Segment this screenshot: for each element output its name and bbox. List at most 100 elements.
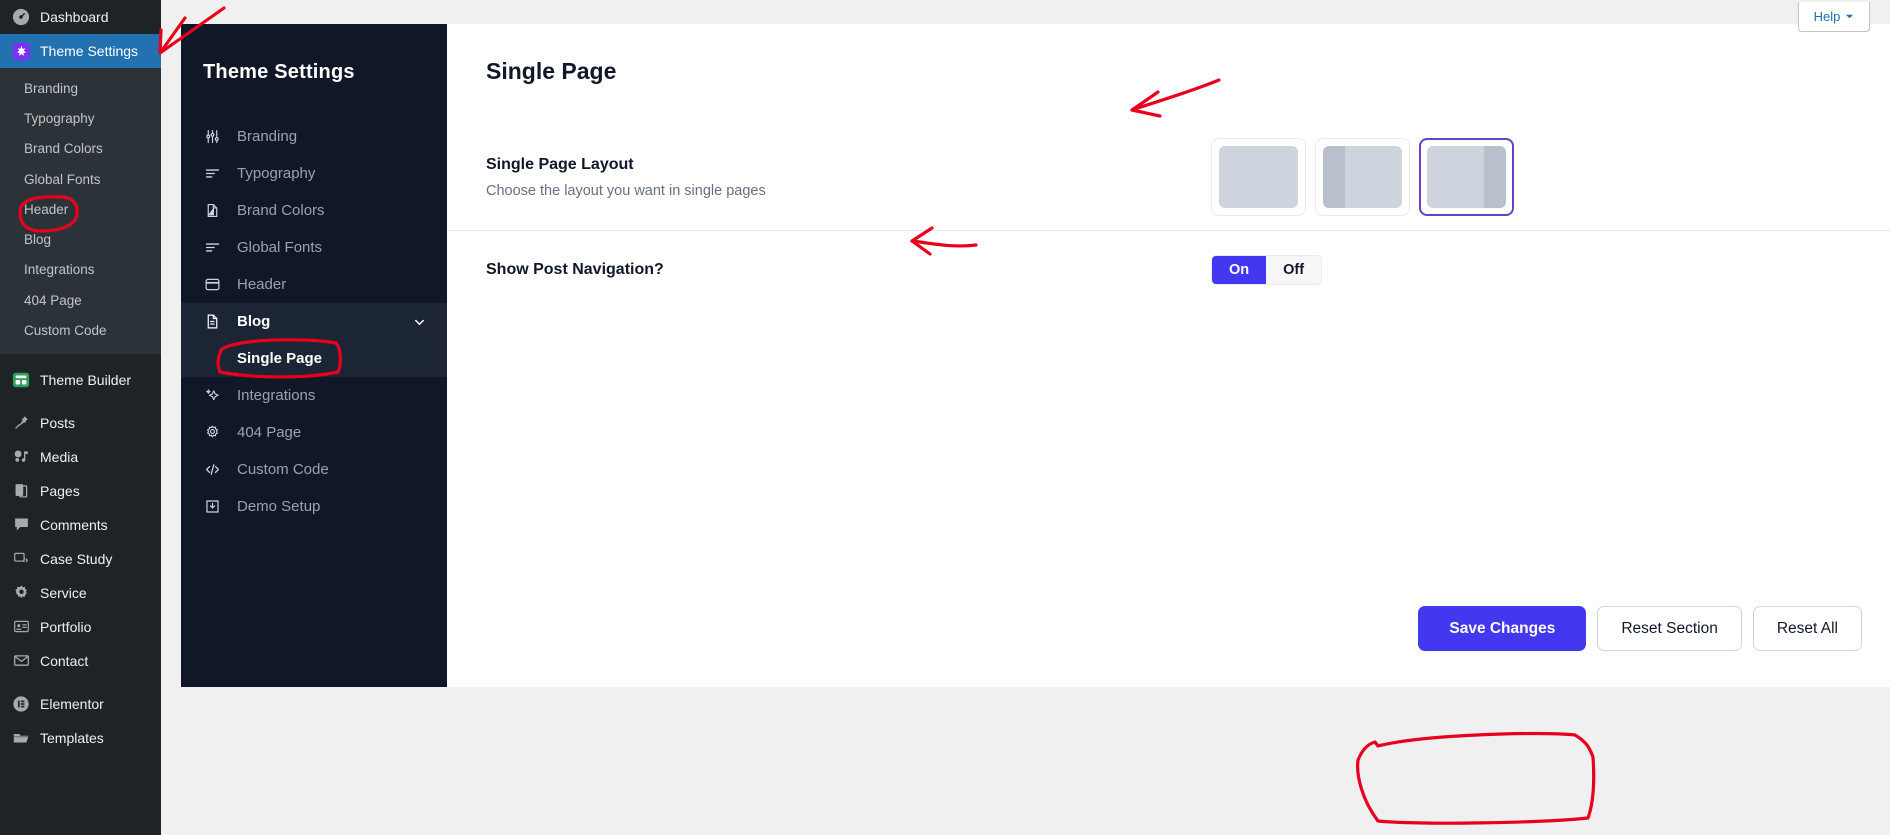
window-icon [203,276,221,294]
panel-title: Theme Settings [203,61,355,83]
sidebar-item-label: Elementor [40,695,104,712]
submenu-item-custom-code[interactable]: Custom Code [0,316,161,346]
save-changes-button[interactable]: Save Changes [1418,606,1587,651]
panel-subitem-single-page[interactable]: Single Page [181,340,447,377]
panel-item-label: Branding [237,128,298,145]
setting-label: Show Post Navigation? [486,261,664,278]
panel-item-blog[interactable]: Blog [181,303,447,340]
preview-content-block [1219,146,1298,208]
color-drop-icon [203,202,221,220]
panel-item-brand-colors[interactable]: Brand Colors [181,192,447,229]
preview-content-block [1345,146,1402,208]
sidebar-item-theme-builder[interactable]: Theme Builder [0,363,161,397]
reset-all-button[interactable]: Reset All [1752,606,1862,651]
panel-item-global-fonts[interactable]: Global Fonts [181,229,447,266]
preview-sidebar-block [1323,146,1345,208]
submenu-item-blog[interactable]: Blog [0,225,161,255]
panel-item-label: 404 Page [237,424,302,441]
sidebar-item-templates[interactable]: Templates [0,721,161,755]
submenu-item-integrations[interactable]: Integrations [0,255,161,285]
sidebar-item-label: Comments [40,516,108,533]
panel-item-label: Demo Setup [237,498,321,515]
panel-item-custom-code[interactable]: Custom Code [181,451,447,488]
sidebar-item-dashboard[interactable]: Dashboard [0,0,161,34]
sidebar-item-label: Media [40,448,79,465]
submenu-item-404-page[interactable]: 404 Page [0,286,161,316]
sidebar-item-label: Contact [40,652,89,669]
case-study-icon [11,549,31,569]
submenu-item-branding[interactable]: Branding [0,74,161,104]
page-title: Single Page [486,58,617,84]
sidebar-item-contact[interactable]: Contact [0,644,161,678]
sidebar-item-comments[interactable]: Comments [0,508,161,542]
panel-item-branding[interactable]: Branding [181,118,447,155]
theme-settings-panel: Theme Settings Branding Typography Brand… [181,24,447,687]
setting-label-block: Show Post Navigation? [486,261,826,279]
preview-content-block [1427,146,1484,208]
comment-icon [11,515,31,535]
sidebar-item-label: Pages [40,482,80,499]
sidebar-item-pages[interactable]: Pages [0,474,161,508]
gear-icon [11,583,31,603]
chevron-down-icon[interactable] [412,314,427,329]
panel-item-label: Brand Colors [237,202,325,219]
toggle-option-on[interactable]: On [1212,256,1267,284]
toggle-option-off[interactable]: Off [1266,256,1322,284]
sidebar-item-service[interactable]: Service [0,576,161,610]
sidebar-item-elementor[interactable]: Elementor [0,687,161,721]
setting-label-block: Single Page Layout Choose the layout you… [486,156,826,199]
panel-item-label: Integrations [237,387,316,404]
layout-preview [1427,146,1506,208]
panel-item-label: Blog [237,313,271,330]
sidebar-item-media[interactable]: Media [0,440,161,474]
panel-item-integrations[interactable]: Integrations [181,377,447,414]
layout-preview [1323,146,1402,208]
text-lines-icon [203,239,221,257]
dashboard-icon [11,7,31,27]
annotation-box-save-changes [1356,731,1596,825]
submenu-item-header[interactable]: Header [0,195,161,225]
reset-section-button[interactable]: Reset Section [1597,606,1742,651]
sidebar-item-label: Theme Builder [40,371,132,388]
panel-item-header[interactable]: Header [181,266,447,303]
pages-icon [11,481,31,501]
panel-menu: Branding Typography Brand Colors Global … [181,118,447,525]
media-icon [11,447,31,467]
sidebar-item-posts[interactable]: Posts [0,406,161,440]
panel-item-404-page[interactable]: 404 Page [181,414,447,451]
post-navigation-toggle[interactable]: On Off [1211,255,1323,285]
setting-row-show-post-navigation: Show Post Navigation? On Off [447,231,1890,309]
sidebar-divider-2 [0,678,161,687]
footer-actions: Save Changes Reset Section Reset All [1418,606,1862,651]
panel-item-label: Header [237,276,287,293]
gear-icon [203,424,221,442]
submenu-item-typography[interactable]: Typography [0,104,161,134]
sliders-icon [203,128,221,146]
sidebar-item-label: Portfolio [40,618,92,635]
sparkle-icon [203,387,221,405]
layout-option-group [1211,138,1514,216]
submenu-item-global-fonts[interactable]: Global Fonts [0,165,161,195]
layout-option-right-sidebar[interactable] [1419,138,1514,216]
wp-admin-sidebar: Dashboard Theme Settings Branding Typogr… [0,0,161,835]
chevron-down-icon [1845,12,1854,21]
sidebar-item-theme-settings[interactable]: Theme Settings [0,34,161,68]
help-tab[interactable]: Help [1798,2,1870,32]
sidebar-item-label: Templates [40,729,104,746]
panel-item-typography[interactable]: Typography [181,155,447,192]
demo-setup-icon [203,498,221,516]
elementor-icon [11,694,31,714]
layout-option-left-sidebar[interactable] [1315,138,1410,216]
sidebar-item-portfolio[interactable]: Portfolio [0,610,161,644]
theme-settings-icon [11,41,31,61]
panel-item-demo-setup[interactable]: Demo Setup [181,488,447,525]
panel-item-label: Global Fonts [237,239,323,256]
panel-item-label: Typography [237,165,316,182]
setting-control: On Off [826,255,1851,285]
layout-option-full-width[interactable] [1211,138,1306,216]
sidebar-divider [0,397,161,406]
sidebar-item-label: Service [40,584,87,601]
submenu-item-brand-colors[interactable]: Brand Colors [0,134,161,164]
setting-control [826,138,1851,216]
sidebar-item-case-study[interactable]: Case Study [0,542,161,576]
